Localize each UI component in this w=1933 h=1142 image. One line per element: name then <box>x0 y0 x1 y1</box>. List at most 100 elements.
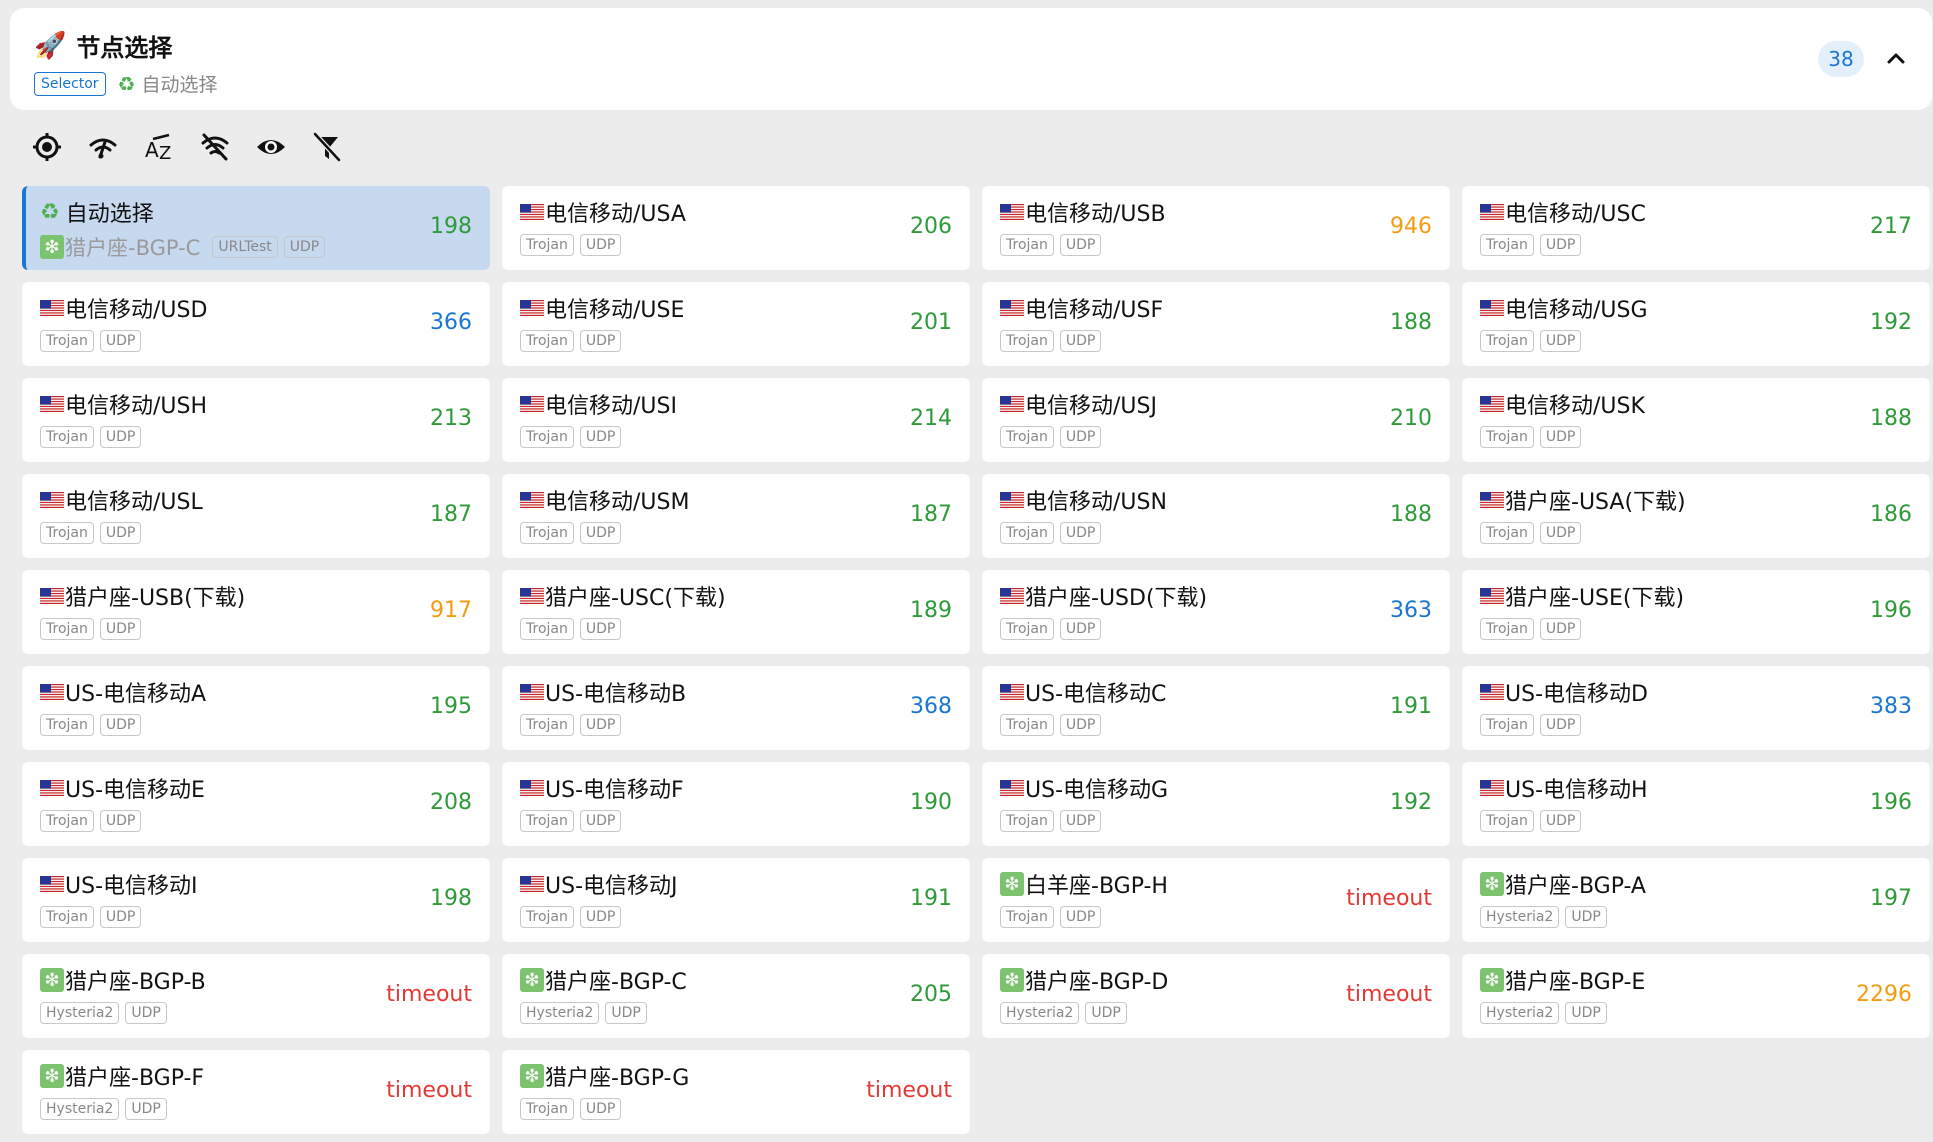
node-card[interactable]: ❇ 白羊座-BGP-H Trojan UDP timeout <box>982 858 1450 942</box>
node-tags: Trojan UDP <box>40 714 142 736</box>
node-card[interactable]: 电信移动/USE Trojan UDP 201 <box>502 282 970 366</box>
node-tag: Hysteria2 <box>40 1098 120 1120</box>
node-delay[interactable]: 187 <box>430 502 472 527</box>
node-delay[interactable]: 205 <box>910 982 952 1007</box>
node-name: 猎户座-USA(下载) <box>1480 484 1686 516</box>
node-card[interactable]: ❇ 猎户座-BGP-G Trojan UDP timeout <box>502 1050 970 1134</box>
node-card[interactable]: 猎户座-USC(下载) Trojan UDP 189 <box>502 570 970 654</box>
node-delay[interactable]: 198 <box>430 886 472 911</box>
locate-button[interactable] <box>26 126 68 168</box>
node-card[interactable]: US-电信移动H Trojan UDP 196 <box>1462 762 1930 846</box>
sparkle-icon: ❇ <box>520 968 544 992</box>
node-delay[interactable]: timeout <box>1346 886 1432 911</box>
node-delay[interactable]: 383 <box>1870 694 1912 719</box>
node-card[interactable]: 电信移动/USL Trojan UDP 187 <box>22 474 490 558</box>
node-card[interactable]: 电信移动/USG Trojan UDP 192 <box>1462 282 1930 366</box>
node-card[interactable]: US-电信移动F Trojan UDP 190 <box>502 762 970 846</box>
node-card[interactable]: 猎户座-USE(下载) Trojan UDP 196 <box>1462 570 1930 654</box>
node-card[interactable]: ❇ 猎户座-BGP-C Hysteria2 UDP 205 <box>502 954 970 1038</box>
node-name: US-电信移动A <box>40 676 206 708</box>
node-card[interactable]: 电信移动/USA Trojan UDP 206 <box>502 186 970 270</box>
node-delay[interactable]: 214 <box>910 406 952 431</box>
node-delay[interactable]: 917 <box>430 598 472 623</box>
node-delay[interactable]: 213 <box>430 406 472 431</box>
node-delay[interactable]: 198 <box>430 214 472 239</box>
node-delay[interactable]: 195 <box>430 694 472 719</box>
node-delay[interactable]: 191 <box>910 886 952 911</box>
node-card[interactable]: ❇ 猎户座-BGP-B Hysteria2 UDP timeout <box>22 954 490 1038</box>
node-card[interactable]: 电信移动/USN Trojan UDP 188 <box>982 474 1450 558</box>
node-delay[interactable]: timeout <box>386 1078 472 1103</box>
node-card[interactable]: US-电信移动E Trojan UDP 208 <box>22 762 490 846</box>
node-delay[interactable]: 208 <box>430 790 472 815</box>
node-tags: Trojan UDP <box>520 330 622 352</box>
node-delay[interactable]: 188 <box>1390 502 1432 527</box>
node-tag: UDP <box>1059 906 1102 928</box>
node-card[interactable]: 电信移动/USB Trojan UDP 946 <box>982 186 1450 270</box>
filter-off-button[interactable] <box>306 126 348 168</box>
svg-text:A: A <box>145 138 159 162</box>
node-card[interactable]: 电信移动/USK Trojan UDP 188 <box>1462 378 1930 462</box>
node-card[interactable]: 电信移动/USF Trojan UDP 188 <box>982 282 1450 366</box>
node-name-label: US-电信移动G <box>1025 778 1169 803</box>
node-delay[interactable]: 363 <box>1390 598 1432 623</box>
node-delay[interactable]: 190 <box>910 790 952 815</box>
node-delay[interactable]: 206 <box>910 214 952 239</box>
sort-button[interactable]: A Z <box>138 126 180 168</box>
node-card[interactable]: 猎户座-USA(下载) Trojan UDP 186 <box>1462 474 1930 558</box>
node-card[interactable]: US-电信移动A Trojan UDP 195 <box>22 666 490 750</box>
node-card[interactable]: US-电信移动J Trojan UDP 191 <box>502 858 970 942</box>
node-delay[interactable]: 188 <box>1870 406 1912 431</box>
node-delay[interactable]: 946 <box>1390 214 1432 239</box>
node-delay[interactable]: timeout <box>866 1078 952 1103</box>
show-button[interactable] <box>250 126 292 168</box>
node-delay[interactable]: 368 <box>910 694 952 719</box>
node-delay[interactable]: 366 <box>430 310 472 335</box>
node-card[interactable]: US-电信移动D Trojan UDP 383 <box>1462 666 1930 750</box>
node-card[interactable]: 电信移动/USC Trojan UDP 217 <box>1462 186 1930 270</box>
node-delay[interactable]: 2296 <box>1856 982 1912 1007</box>
node-card[interactable]: 猎户座-USB(下载) Trojan UDP 917 <box>22 570 490 654</box>
node-card[interactable]: 电信移动/USD Trojan UDP 366 <box>22 282 490 366</box>
node-card[interactable]: US-电信移动G Trojan UDP 192 <box>982 762 1450 846</box>
proxy-group-header[interactable]: 🚀 节点选择 Selector ♻ 自动选择 38 <box>10 8 1932 110</box>
collapse-button[interactable] <box>1878 38 1914 78</box>
node-card[interactable]: US-电信移动C Trojan UDP 191 <box>982 666 1450 750</box>
node-card[interactable]: US-电信移动I Trojan UDP 198 <box>22 858 490 942</box>
hide-unavailable-button[interactable] <box>194 126 236 168</box>
node-delay[interactable]: 197 <box>1870 886 1912 911</box>
node-delay[interactable]: 196 <box>1870 598 1912 623</box>
delay-test-button[interactable] <box>82 126 124 168</box>
node-delay[interactable]: 187 <box>910 502 952 527</box>
node-tag: Trojan <box>40 426 94 448</box>
node-card[interactable]: 电信移动/USH Trojan UDP 213 <box>22 378 490 462</box>
node-delay[interactable]: 192 <box>1390 790 1432 815</box>
node-tags: Trojan UDP <box>1480 618 1582 640</box>
node-delay[interactable]: 217 <box>1870 214 1912 239</box>
node-card[interactable]: ❇ 猎户座-BGP-A Hysteria2 UDP 197 <box>1462 858 1930 942</box>
node-delay[interactable]: 188 <box>1390 310 1432 335</box>
node-card-selected[interactable]: ♻ 自动选择 ❇ 猎户座-BGP-C URLTest UDP 198 <box>22 186 490 270</box>
node-tag: UDP <box>99 426 142 448</box>
node-delay[interactable]: timeout <box>1346 982 1432 1007</box>
node-delay[interactable]: 192 <box>1870 310 1912 335</box>
node-delay[interactable]: timeout <box>386 982 472 1007</box>
node-delay[interactable]: 189 <box>910 598 952 623</box>
node-card[interactable]: 电信移动/USI Trojan UDP 214 <box>502 378 970 462</box>
node-name-label: 电信移动/USA <box>545 202 686 227</box>
node-card[interactable]: 猎户座-USD(下载) Trojan UDP 363 <box>982 570 1450 654</box>
node-delay[interactable]: 196 <box>1870 790 1912 815</box>
node-card[interactable]: ❇ 猎户座-BGP-D Hysteria2 UDP timeout <box>982 954 1450 1038</box>
node-delay[interactable]: 186 <box>1870 502 1912 527</box>
node-card[interactable]: 电信移动/USM Trojan UDP 187 <box>502 474 970 558</box>
node-tags: Trojan UDP <box>40 810 142 832</box>
node-tag: UDP <box>579 522 622 544</box>
node-delay[interactable]: 201 <box>910 310 952 335</box>
node-card[interactable]: ❇ 猎户座-BGP-F Hysteria2 UDP timeout <box>22 1050 490 1134</box>
us-flag-icon <box>1480 684 1504 700</box>
node-card[interactable]: 电信移动/USJ Trojan UDP 210 <box>982 378 1450 462</box>
node-card[interactable]: ❇ 猎户座-BGP-E Hysteria2 UDP 2296 <box>1462 954 1930 1038</box>
node-card[interactable]: US-电信移动B Trojan UDP 368 <box>502 666 970 750</box>
node-delay[interactable]: 191 <box>1390 694 1432 719</box>
node-delay[interactable]: 210 <box>1390 406 1432 431</box>
